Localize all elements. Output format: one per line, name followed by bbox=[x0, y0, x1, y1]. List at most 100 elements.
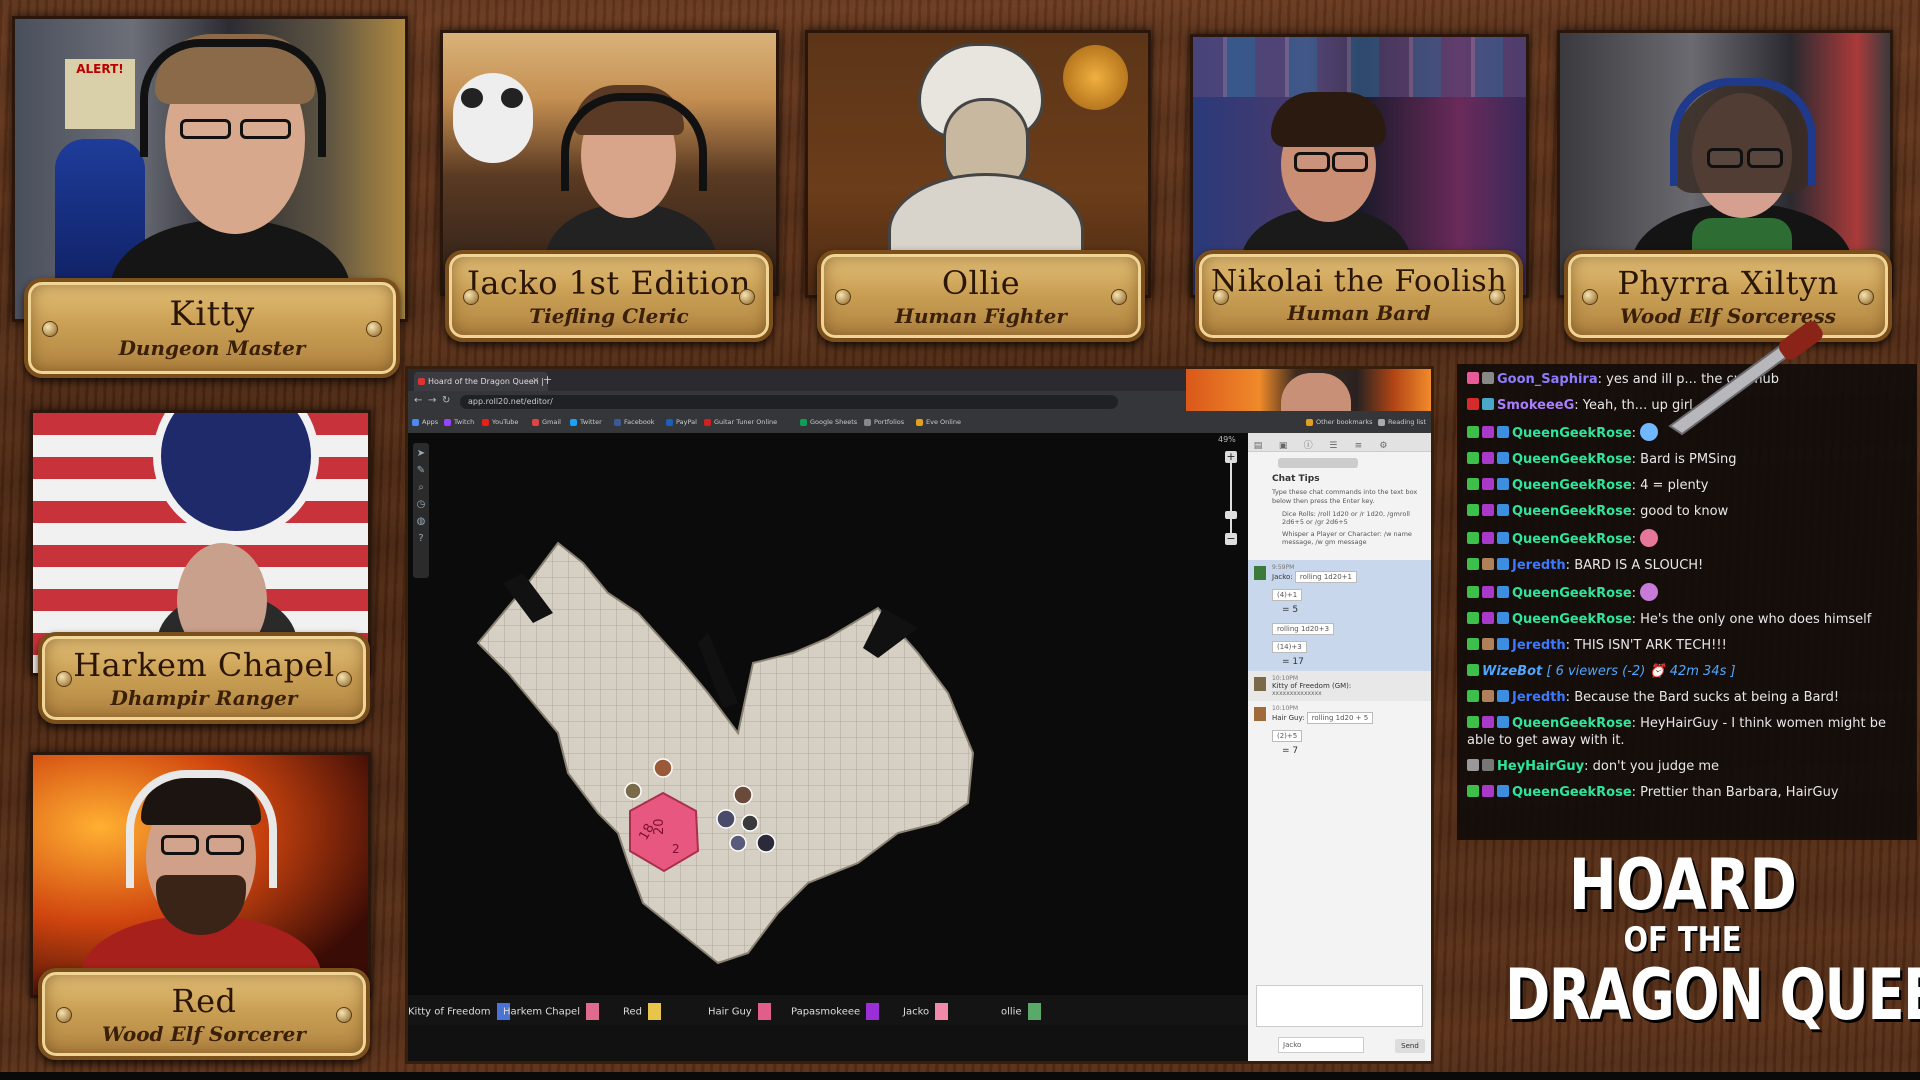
chat-badge-icon bbox=[1482, 716, 1494, 728]
chat-username[interactable]: WizeBot bbox=[1482, 664, 1542, 679]
player-chip[interactable]: Red bbox=[623, 1003, 661, 1020]
chat-username[interactable]: Jeredth bbox=[1512, 638, 1566, 653]
message-time: 10:10PM bbox=[1272, 705, 1299, 712]
chat-username[interactable]: Jeredth bbox=[1512, 690, 1566, 705]
browser-tab[interactable]: Hoard of the Dragon Queen | Ro... × bbox=[414, 372, 548, 391]
chat-line: HeyHairGuy: don't you judge me bbox=[1459, 753, 1915, 779]
player-color-swatch bbox=[586, 1003, 599, 1020]
journal-tab-icon[interactable]: ☰ bbox=[1327, 440, 1339, 452]
zoom-handle[interactable] bbox=[1225, 511, 1237, 519]
player-chip[interactable]: Hair Guy bbox=[708, 1003, 771, 1020]
chat-text: 4 = plenty bbox=[1640, 478, 1709, 493]
player-chip[interactable]: ollie bbox=[1001, 1003, 1041, 1020]
speaking-as-select[interactable]: Jacko bbox=[1278, 1037, 1364, 1053]
player-chip[interactable]: Harkem Chapel bbox=[503, 1003, 599, 1020]
token bbox=[756, 833, 776, 853]
bookmark-eve-online[interactable]: Eve Online bbox=[916, 418, 961, 426]
player-chip[interactable]: Kitty of Freedom bbox=[408, 1003, 510, 1020]
chat-badge-icon bbox=[1482, 478, 1494, 490]
player-chip[interactable]: Papasmokeee bbox=[791, 1003, 880, 1020]
rivet-icon bbox=[1858, 289, 1874, 305]
chat-badge-icon bbox=[1497, 504, 1509, 516]
send-button[interactable]: Send bbox=[1395, 1039, 1425, 1053]
chat-badge-icon bbox=[1467, 504, 1479, 516]
bookmark-guitar-tuner[interactable]: Guitar Tuner Online bbox=[704, 418, 777, 426]
chat-badge-icon bbox=[1467, 558, 1479, 570]
message-author: Hair Guy: bbox=[1272, 714, 1305, 722]
player-color-swatch bbox=[935, 1003, 949, 1020]
bookmark-twitter[interactable]: Twitter bbox=[570, 418, 602, 426]
chat-username[interactable]: SmokeeeG bbox=[1497, 398, 1574, 413]
bookmark-youtube[interactable]: YouTube bbox=[482, 418, 518, 426]
chat-badge-icon bbox=[1497, 452, 1509, 464]
reload-icon[interactable]: ↻ bbox=[442, 395, 450, 406]
chat-username[interactable]: QueenGeekRose bbox=[1512, 785, 1632, 800]
bookmark-paypal[interactable]: PayPal bbox=[666, 418, 697, 426]
chat-badge-icon bbox=[1467, 638, 1479, 650]
back-icon[interactable]: ← bbox=[414, 395, 422, 406]
chat-line: QueenGeekRose: bbox=[1459, 524, 1915, 552]
info-tab-icon[interactable]: ⓘ bbox=[1302, 440, 1314, 452]
chat-username[interactable]: QueenGeekRose bbox=[1512, 478, 1632, 493]
map-canvas[interactable]: ➤ ✎ ⌕ ◷ ◍ ? 18 20 2 49% + − Kitty of Fre… bbox=[408, 433, 1248, 1025]
nameplate-harkem: Harkem Chapel Dhampir Ranger bbox=[38, 632, 370, 724]
player-role: Human Fighter bbox=[895, 304, 1067, 328]
chat-badge-icon bbox=[1497, 426, 1509, 438]
chat-username[interactable]: QueenGeekRose bbox=[1512, 452, 1632, 467]
list-tab-icon[interactable]: ≡ bbox=[1352, 440, 1364, 452]
chat-username[interactable]: HeyHairGuy bbox=[1497, 759, 1584, 774]
player-chip[interactable]: Jacko bbox=[903, 1003, 949, 1020]
token bbox=[733, 785, 753, 805]
chat-tab-icon[interactable]: ▤ bbox=[1252, 440, 1264, 452]
rivet-icon bbox=[56, 671, 72, 687]
zoom-in-icon[interactable]: + bbox=[1225, 451, 1237, 463]
map-area bbox=[476, 541, 975, 965]
player-color-swatch bbox=[757, 1003, 771, 1020]
zoom-out-icon[interactable]: − bbox=[1225, 533, 1237, 545]
roll-result: 7 bbox=[1292, 746, 1299, 756]
chat-badge-icon bbox=[1467, 398, 1479, 410]
chat-badge-icon bbox=[1467, 785, 1479, 797]
zoom-control: 49% + − bbox=[1216, 433, 1246, 553]
bookmark-gmail[interactable]: Gmail bbox=[532, 418, 561, 426]
chat-badge-icon bbox=[1482, 586, 1494, 598]
chat-username[interactable]: QueenGeekRose bbox=[1512, 532, 1632, 547]
chat-username[interactable]: QueenGeekRose bbox=[1512, 612, 1632, 627]
player-color-swatch bbox=[648, 1003, 661, 1020]
settings-gear-icon[interactable]: ⚙ bbox=[1377, 440, 1389, 452]
roll20-logo-icon bbox=[1278, 458, 1358, 468]
bookmark-twitch[interactable]: Twitch bbox=[444, 418, 474, 426]
bookmarks-bar: Apps Twitch YouTube Gmail Twitter Facebo… bbox=[408, 413, 1431, 434]
art-tab-icon[interactable]: ▣ bbox=[1277, 440, 1289, 452]
rivet-icon bbox=[1213, 289, 1229, 305]
bookmark-portfolios[interactable]: Portfolios bbox=[864, 418, 904, 426]
chat-username[interactable]: QueenGeekRose bbox=[1512, 716, 1632, 731]
nameplate-jacko: Jacko 1st Edition Tiefling Cleric bbox=[445, 250, 773, 342]
bookmark-reading-list[interactable]: Reading list bbox=[1378, 418, 1426, 426]
chat-username[interactable]: QueenGeekRose bbox=[1512, 504, 1632, 519]
chat-username[interactable]: Jeredth bbox=[1512, 558, 1566, 573]
bookmark-apps[interactable]: Apps bbox=[412, 418, 438, 426]
chat-username[interactable]: QueenGeekRose bbox=[1512, 586, 1632, 601]
chat-badge-icon bbox=[1482, 398, 1494, 410]
new-tab-icon[interactable]: + bbox=[543, 373, 552, 386]
token bbox=[729, 834, 747, 852]
zoom-slider[interactable] bbox=[1230, 453, 1232, 543]
bookmark-other[interactable]: Other bookmarks bbox=[1306, 418, 1373, 426]
player-name: Ollie bbox=[941, 264, 1021, 302]
url-field[interactable]: app.roll20.net/editor/ bbox=[460, 395, 1118, 409]
chat-message: 9:59PM Jacko: rolling 1d20+1 (4)+1 = 5 r… bbox=[1248, 560, 1431, 671]
close-tab-icon[interactable]: × bbox=[532, 372, 540, 391]
player-name: Nikolai the Foolish bbox=[1210, 264, 1508, 299]
chat-input[interactable] bbox=[1256, 985, 1423, 1027]
player-role: Dungeon Master bbox=[118, 336, 306, 360]
forward-icon[interactable]: → bbox=[428, 395, 436, 406]
bookmark-facebook[interactable]: Facebook bbox=[614, 418, 655, 426]
message-text: xxxxxxxxxxxxxx bbox=[1272, 690, 1322, 697]
rivet-icon bbox=[1111, 289, 1127, 305]
chat-username[interactable]: Goon_Saphira bbox=[1497, 372, 1598, 387]
pip-webcam bbox=[1186, 369, 1431, 411]
rivet-icon bbox=[463, 289, 479, 305]
chat-username[interactable]: QueenGeekRose bbox=[1512, 426, 1632, 441]
bookmark-google-sheets[interactable]: Google Sheets bbox=[800, 418, 857, 426]
